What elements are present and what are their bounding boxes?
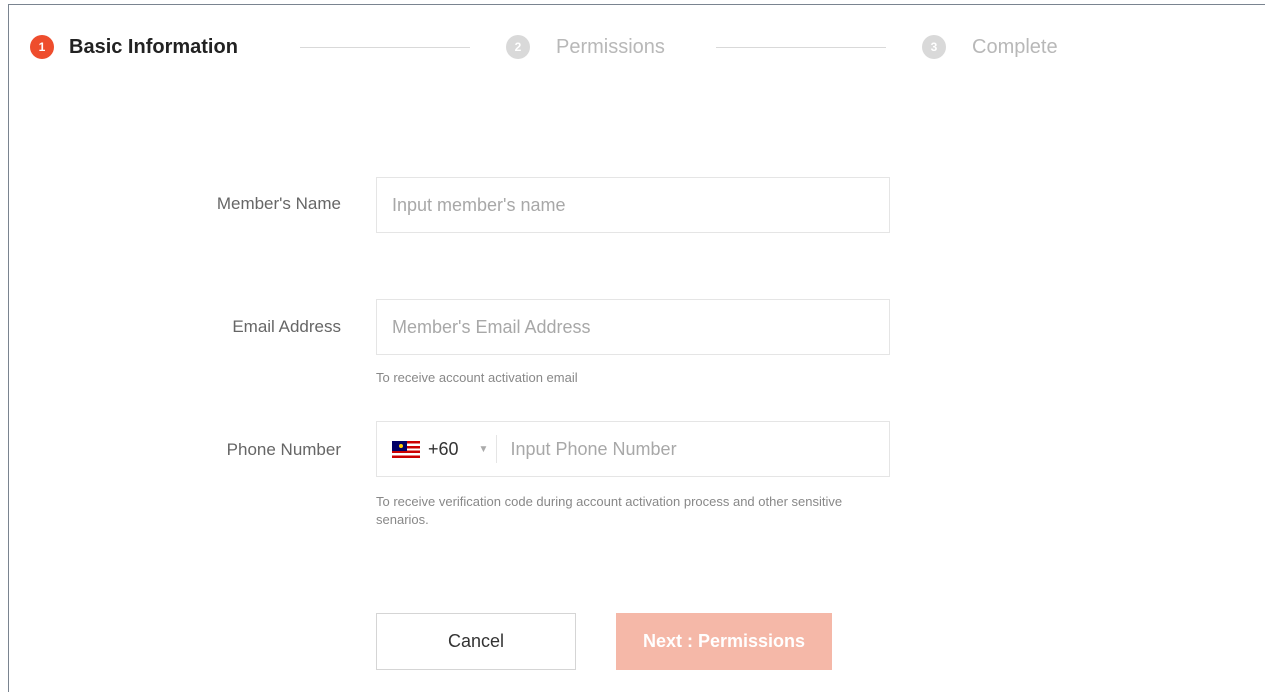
step-number-badge: 3 (922, 35, 946, 59)
step-label: Complete (972, 36, 1058, 58)
step-complete: 3 Complete (922, 35, 1058, 59)
step-connector (300, 47, 470, 48)
member-name-label: Member's Name (216, 194, 341, 213)
email-address-label: Email Address (232, 317, 341, 336)
step-basic-information: 1 Basic Information (30, 35, 238, 59)
step-connector (716, 47, 886, 48)
member-name-field-wrapper (376, 177, 890, 233)
step-label: Permissions (556, 36, 665, 58)
step-permissions: 2 Permissions (506, 35, 665, 59)
member-name-input[interactable] (377, 178, 889, 232)
phone-field-wrapper: +60 ▼ (376, 421, 890, 477)
email-hint: To receive account activation email (376, 370, 578, 385)
caret-down-icon: ▼ (478, 443, 489, 455)
email-field-wrapper (376, 299, 890, 355)
malaysia-flag-icon (392, 440, 420, 458)
phone-number-input[interactable] (497, 422, 889, 476)
step-number-badge: 2 (506, 35, 530, 59)
step-label: Basic Information (69, 36, 238, 58)
next-permissions-button[interactable]: Next : Permissions (616, 613, 832, 670)
dial-code: +60 (428, 438, 459, 459)
step-number-badge: 1 (30, 35, 54, 59)
phone-hint: To receive verification code during acco… (376, 494, 843, 527)
cancel-button[interactable]: Cancel (376, 613, 576, 670)
country-code-select[interactable]: +60 ▼ (377, 422, 488, 476)
phone-number-label: Phone Number (226, 440, 341, 459)
email-input[interactable] (377, 300, 889, 354)
